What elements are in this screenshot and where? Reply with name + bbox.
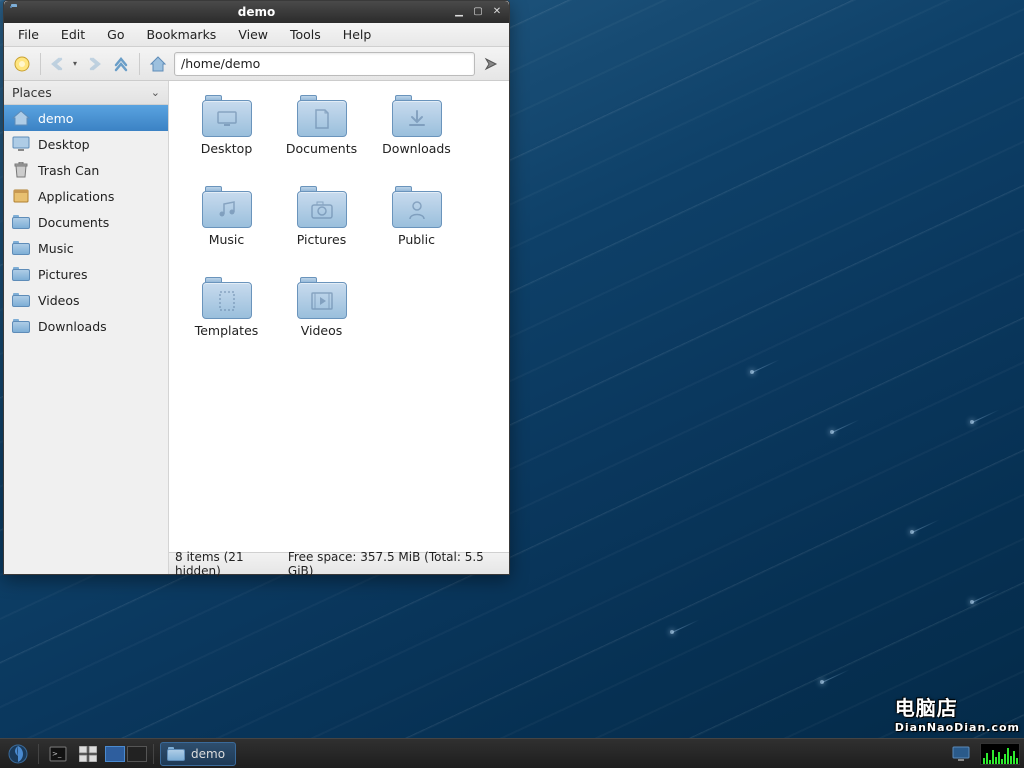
folder-label: Desktop [201, 141, 253, 156]
tray-cpu-graph[interactable] [980, 743, 1020, 765]
folder-desktop[interactable]: Desktop [179, 95, 274, 156]
folder-label: Videos [301, 323, 343, 338]
menu-edit[interactable]: Edit [51, 24, 95, 45]
place-trash-can[interactable]: Trash Can [4, 157, 168, 183]
folder-icon [297, 95, 347, 137]
place-documents[interactable]: Documents [4, 209, 168, 235]
svg-text:>_: >_ [52, 750, 62, 758]
start-menu-button[interactable] [4, 742, 32, 766]
titlebar[interactable]: demo ▁ ▢ ✕ [4, 1, 509, 23]
folder-icon [12, 319, 30, 334]
workspace-pager[interactable] [105, 746, 147, 762]
places-header[interactable]: Places ⌄ [4, 81, 168, 105]
place-label: Trash Can [38, 163, 99, 178]
folder-icon [392, 95, 442, 137]
place-label: demo [38, 111, 73, 126]
folder-icon [12, 293, 30, 308]
folder-templates[interactable]: Templates [179, 277, 274, 338]
taskbar: >_ demo [0, 738, 1024, 768]
file-manager-window: demo ▁ ▢ ✕ File Edit Go Bookmarks View T… [3, 0, 510, 575]
go-button[interactable] [479, 52, 503, 76]
taskbar-task-demo[interactable]: demo [160, 742, 236, 766]
place-label: Desktop [38, 137, 90, 152]
folder-icon [202, 95, 252, 137]
folder-view[interactable]: Desktop Documents Downloads Music Pictures Pu… [169, 81, 509, 552]
folder-icon [392, 186, 442, 228]
place-label: Music [38, 241, 74, 256]
status-free-space: Free space: 357.5 MiB (Total: 5.5 GiB) [288, 550, 503, 578]
folder-icon [202, 186, 252, 228]
menu-file[interactable]: File [8, 24, 49, 45]
folder-icon [167, 747, 185, 761]
folder-music[interactable]: Music [179, 186, 274, 247]
home-button[interactable] [146, 52, 170, 76]
place-label: Pictures [38, 267, 88, 282]
folder-icon [297, 277, 347, 319]
menu-view[interactable]: View [228, 24, 278, 45]
menu-bookmarks[interactable]: Bookmarks [136, 24, 226, 45]
home-icon [12, 111, 30, 126]
folder-icon [12, 241, 30, 256]
back-button[interactable] [47, 52, 71, 76]
watermark: 电脑店 DianNaoDian.com [895, 692, 1020, 734]
folder-label: Downloads [382, 141, 451, 156]
place-applications[interactable]: Applications [4, 183, 168, 209]
new-tab-button[interactable] [10, 52, 34, 76]
task-label: demo [191, 747, 225, 761]
forward-button[interactable] [81, 52, 105, 76]
workspace-1[interactable] [105, 746, 125, 762]
folder-icon [297, 186, 347, 228]
place-videos[interactable]: Videos [4, 287, 168, 313]
trash-icon [12, 163, 30, 178]
toolbar: ▾ /home/demo [4, 47, 509, 81]
place-label: Documents [38, 215, 109, 230]
folder-icon [12, 267, 30, 282]
close-button[interactable]: ✕ [489, 5, 505, 19]
folder-downloads[interactable]: Downloads [369, 95, 464, 156]
status-bar: 8 items (21 hidden) Free space: 357.5 Mi… [169, 552, 509, 574]
folder-videos[interactable]: Videos [274, 277, 369, 338]
place-demo[interactable]: demo [4, 105, 168, 131]
menu-tools[interactable]: Tools [280, 24, 331, 45]
place-music[interactable]: Music [4, 235, 168, 261]
menu-bar: File Edit Go Bookmarks View Tools Help [4, 23, 509, 47]
show-desktop-button[interactable] [75, 742, 101, 766]
place-desktop[interactable]: Desktop [4, 131, 168, 157]
window-title: demo [4, 5, 509, 19]
folder-label: Documents [286, 141, 357, 156]
tray-display-icon[interactable] [948, 742, 974, 766]
path-input[interactable]: /home/demo [174, 52, 475, 76]
folder-icon [12, 215, 30, 230]
place-label: Applications [38, 189, 114, 204]
menu-go[interactable]: Go [97, 24, 134, 45]
folder-icon [10, 4, 26, 20]
back-history-dropdown[interactable]: ▾ [73, 59, 77, 68]
place-label: Downloads [38, 319, 107, 334]
folder-pictures[interactable]: Pictures [274, 186, 369, 247]
minimize-button[interactable]: ▁ [451, 5, 467, 19]
path-text: /home/demo [181, 56, 260, 71]
place-pictures[interactable]: Pictures [4, 261, 168, 287]
status-items: 8 items (21 hidden) [175, 550, 288, 578]
folder-documents[interactable]: Documents [274, 95, 369, 156]
places-label: Places [12, 85, 52, 100]
folder-label: Templates [195, 323, 259, 338]
folder-public[interactable]: Public [369, 186, 464, 247]
chevron-down-icon: ⌄ [151, 86, 160, 99]
folder-label: Public [398, 232, 435, 247]
folder-label: Pictures [297, 232, 347, 247]
workspace-2[interactable] [127, 746, 147, 762]
menu-help[interactable]: Help [333, 24, 382, 45]
terminal-launcher[interactable]: >_ [45, 742, 71, 766]
folder-icon [202, 277, 252, 319]
places-sidebar: Places ⌄ demo Desktop Trash Can Application… [4, 81, 169, 574]
folder-label: Music [209, 232, 245, 247]
place-downloads[interactable]: Downloads [4, 313, 168, 339]
desktop-icon [12, 137, 30, 152]
apps-icon [12, 189, 30, 204]
up-button[interactable] [109, 52, 133, 76]
place-label: Videos [38, 293, 80, 308]
maximize-button[interactable]: ▢ [470, 5, 486, 19]
